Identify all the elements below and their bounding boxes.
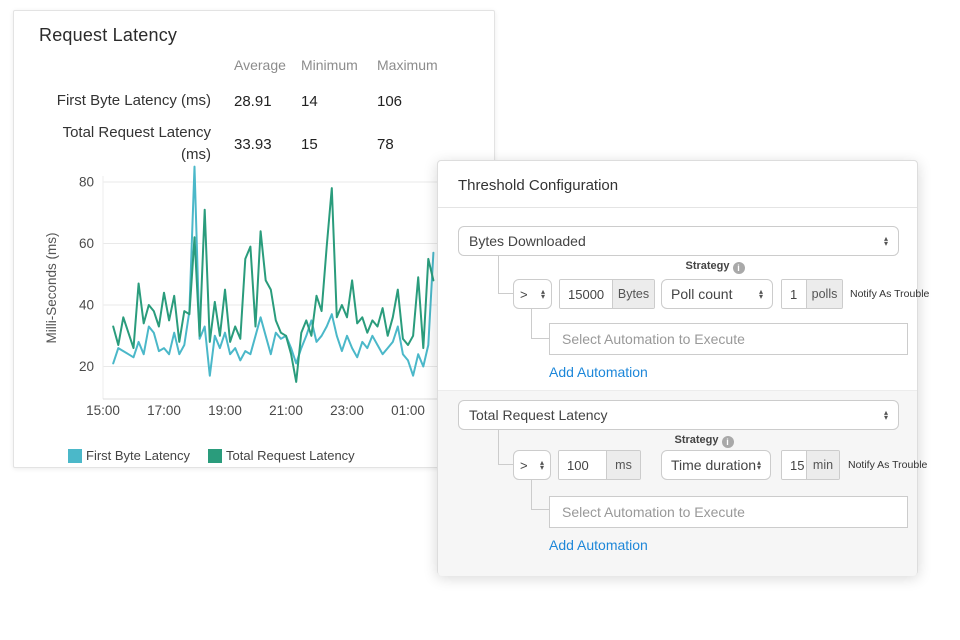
notify-as-trouble-label: Notify As Trouble (850, 288, 929, 300)
strategy-unit: polls (806, 280, 842, 308)
info-icon[interactable] (733, 262, 745, 274)
strategy-select[interactable]: Poll count (661, 279, 773, 309)
notify-as-trouble-label: Notify As Trouble (848, 459, 927, 471)
automation-select[interactable]: Select Automation to Execute (549, 323, 908, 355)
svg-text:17:00: 17:00 (147, 403, 181, 418)
svg-text:60: 60 (79, 236, 94, 251)
svg-text:15:00: 15:00 (86, 403, 120, 418)
strategy-label: Strategy (649, 434, 759, 448)
strategy-select[interactable]: Time duration (661, 450, 771, 480)
chart-legend: First Byte Latency Total Request Latency (68, 448, 369, 463)
svg-text:20: 20 (79, 359, 94, 374)
attribute-select-total-request-latency[interactable]: Total Request Latency (458, 400, 899, 430)
total-request-legend-swatch (208, 449, 222, 463)
threshold-unit: Bytes (612, 280, 654, 308)
stepper-icon (759, 289, 763, 299)
strategy-count-group: 15 min (781, 450, 840, 480)
request-latency-card: Request Latency Average Minimum Maximum … (13, 10, 495, 468)
card-title: Threshold Configuration (458, 177, 618, 194)
threshold-value-group: 100 ms (558, 450, 641, 480)
svg-text:40: 40 (79, 298, 94, 313)
stepper-icon (757, 460, 761, 470)
first-byte-legend-swatch (68, 449, 82, 463)
threshold-unit: ms (606, 451, 640, 479)
condition-row: > 15000 Bytes Poll count 1 polls Notify … (513, 279, 929, 309)
threshold-value-group: 15000 Bytes (559, 279, 655, 309)
svg-text:01:00: 01:00 (391, 403, 425, 418)
divider (438, 207, 917, 208)
svg-text:Milli-Seconds (ms): Milli-Seconds (ms) (44, 232, 59, 343)
stepper-icon (540, 460, 544, 470)
svg-text:19:00: 19:00 (208, 403, 242, 418)
operator-select[interactable]: > (513, 450, 551, 480)
attribute-select-value: Total Request Latency (469, 407, 884, 423)
legend-label: Total Request Latency (226, 448, 355, 463)
strategy-unit: min (806, 451, 839, 479)
threshold-configuration-card: Threshold Configuration Bytes Downloaded… (437, 160, 918, 575)
legend-label: First Byte Latency (86, 448, 190, 463)
add-automation-link[interactable]: Add Automation (549, 364, 648, 380)
strategy-count-input[interactable]: 15 (782, 451, 806, 479)
svg-text:80: 80 (79, 175, 94, 190)
svg-text:21:00: 21:00 (269, 403, 303, 418)
tree-connector (498, 430, 513, 465)
latency-line-chart: 20 40 60 80 15:00 17:00 19:00 21:00 23:00 01:00 Mi… (14, 11, 496, 469)
threshold-value-input[interactable]: 100 (559, 451, 606, 479)
attribute-select-value: Bytes Downloaded (469, 233, 884, 249)
operator-select[interactable]: > (513, 279, 552, 309)
strategy-label: Strategy (659, 260, 771, 274)
tree-connector (531, 480, 549, 510)
condition-row: > 100 ms Time duration 15 min Notify As … (513, 450, 927, 480)
strategy-count-input[interactable]: 1 (782, 280, 806, 308)
strategy-count-group: 1 polls (781, 279, 843, 309)
stepper-icon (884, 236, 888, 246)
tree-connector (498, 256, 513, 294)
tree-connector (531, 309, 549, 339)
automation-select[interactable]: Select Automation to Execute (549, 496, 908, 528)
attribute-select-bytes-downloaded[interactable]: Bytes Downloaded (458, 226, 899, 256)
threshold-value-input[interactable]: 15000 (560, 280, 612, 308)
add-automation-link[interactable]: Add Automation (549, 537, 648, 553)
stepper-icon (541, 289, 545, 299)
svg-text:23:00: 23:00 (330, 403, 364, 418)
stepper-icon (884, 410, 888, 420)
info-icon[interactable] (722, 436, 734, 448)
